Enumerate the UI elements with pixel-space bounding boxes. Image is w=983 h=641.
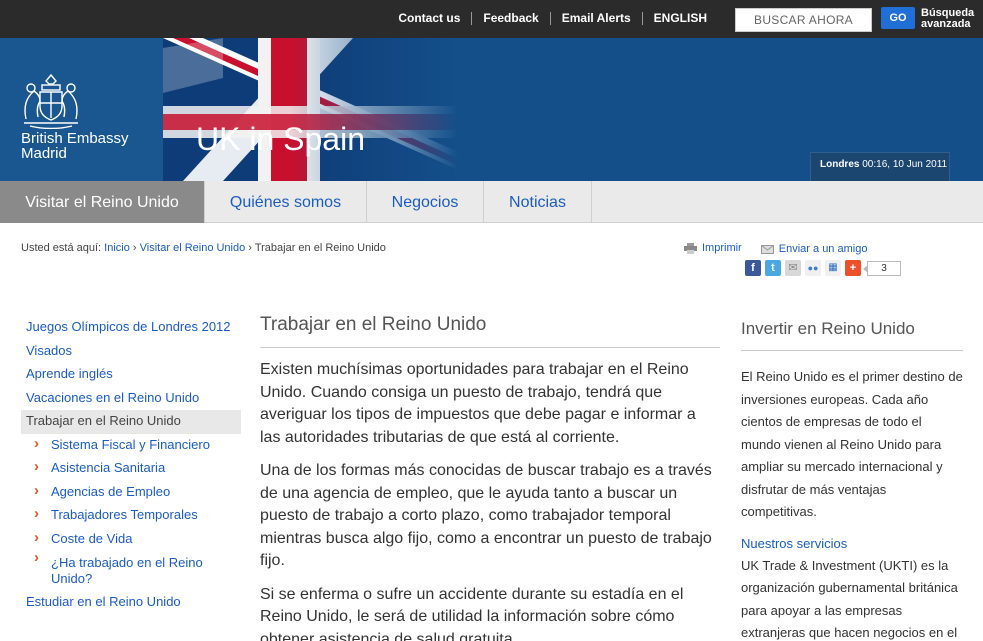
sidebar-item-visados[interactable]: Visados (21, 340, 241, 364)
tab-negocios[interactable]: Negocios (367, 181, 484, 223)
contact-us-link[interactable]: Contact us (387, 12, 473, 25)
banner-fade (290, 38, 530, 181)
top-utility-bar: Contact us Feedback Email Alerts ENGLISH… (0, 0, 983, 38)
advanced-search-link[interactable]: Búsqueda avanzada (921, 8, 981, 30)
share-count: 3 (863, 260, 901, 276)
embassy-name: British Embassy Madrid (21, 130, 129, 162)
search-input[interactable]: BUSCAR AHORA (735, 8, 872, 32)
site-title: UK in Spain (196, 121, 365, 157)
sidebar-item-aprende-ingles[interactable]: Aprende inglés (21, 363, 241, 387)
email-alerts-link[interactable]: Email Alerts (551, 12, 643, 25)
nuestros-servicios-link[interactable]: Nuestros servicios (741, 534, 963, 554)
twitter-icon[interactable]: t (765, 260, 781, 276)
main-content: Trabajar en el Reino Unido Existen muchí… (260, 313, 720, 641)
paragraph-3: Si se enferma o sufre un accidente duran… (260, 585, 684, 641)
myspace-icon[interactable]: ●● (805, 260, 821, 276)
tab-noticias[interactable]: Noticias (484, 181, 592, 223)
share-bar: f t ✉ ●● ▦ + 3 (745, 260, 901, 276)
email-friend-link[interactable]: Enviar a un amigo (760, 243, 867, 255)
breadcrumb-inicio[interactable]: Inicio (104, 242, 130, 254)
breadcrumb: Usted está aquí: Inicio › Visitar el Rei… (21, 242, 386, 254)
sidebar-subitem-empleo[interactable]: Agencias de Empleo (21, 480, 241, 505)
sidebar-item-vacaciones[interactable]: Vacaciones en el Reino Unido (21, 387, 241, 411)
sidebar-item-estudiar[interactable]: Estudiar en el Reino Unido (21, 591, 241, 615)
utility-links: Contact us Feedback Email Alerts ENGLISH (387, 12, 721, 25)
sidebar-item-juegos[interactable]: Juegos Olímpicos de Londres 2012 (21, 316, 241, 340)
invest-sidebar: Invertir en Reino Unido El Reino Unido e… (741, 318, 963, 641)
sidebar-subitem-ha-trabajado[interactable]: ¿Ha trabajado en el Reino Unido? (21, 550, 241, 591)
print-link[interactable]: Imprimir (684, 242, 742, 254)
printer-icon (684, 242, 697, 254)
site-banner: British Embassy Madrid UK in Spain Londr… (0, 38, 983, 181)
royal-crest-icon (24, 73, 78, 129)
section-sidebar: Juegos Olímpicos de Londres 2012 Visados… (21, 316, 241, 615)
clock-time: 00:16, 10 Jun 2011 (862, 159, 948, 170)
breadcrumb-current: Trabajar en el Reino Unido (254, 242, 386, 254)
sidebar-subitem-temporales[interactable]: Trabajadores Temporales (21, 503, 241, 528)
tab-visitar[interactable]: Visitar el Reino Unido (0, 181, 205, 223)
sidebar-subitem-coste[interactable]: Coste de Vida (21, 527, 241, 552)
search-go-button[interactable]: GO (881, 7, 915, 29)
invest-title: Invertir en Reino Unido (741, 318, 963, 351)
main-navigation: Visitar el Reino Unido Quiénes somos Neg… (0, 181, 983, 223)
sidebar-subitem-sanitaria[interactable]: Asistencia Sanitaria (21, 456, 241, 481)
delicious-icon[interactable]: ▦ (825, 260, 841, 276)
email-share-icon[interactable]: ✉ (785, 260, 801, 276)
page-tools: Imprimir Enviar a un amigo (684, 242, 883, 257)
london-clock: Londres 00:16, 10 Jun 2011 (810, 152, 950, 181)
sidebar-item-trabajar[interactable]: Trabajar en el Reino Unido (21, 410, 241, 434)
page-title: Trabajar en el Reino Unido (260, 313, 720, 348)
sidebar-subitem-fiscal[interactable]: Sistema Fiscal y Financiero (21, 433, 241, 458)
tab-quienes-somos[interactable]: Quiénes somos (205, 181, 367, 223)
facebook-icon[interactable]: f (745, 260, 761, 276)
paragraph-1: Existen muchísimas oportunidades para tr… (260, 361, 696, 446)
paragraph-2: Una de los formas más conocidas de busca… (260, 462, 712, 569)
addthis-icon[interactable]: + (845, 260, 861, 276)
clock-city: Londres (820, 159, 860, 170)
feedback-link[interactable]: Feedback (472, 12, 551, 25)
english-language-link[interactable]: ENGLISH (643, 12, 721, 25)
ukti-paragraph: UK Trade & Investment (UKTI) es la organ… (741, 557, 958, 641)
envelope-icon (760, 244, 774, 254)
breadcrumb-visitar[interactable]: Visitar el Reino Unido (140, 242, 246, 254)
invest-paragraph: El Reino Unido es el primer destino de i… (741, 369, 963, 519)
